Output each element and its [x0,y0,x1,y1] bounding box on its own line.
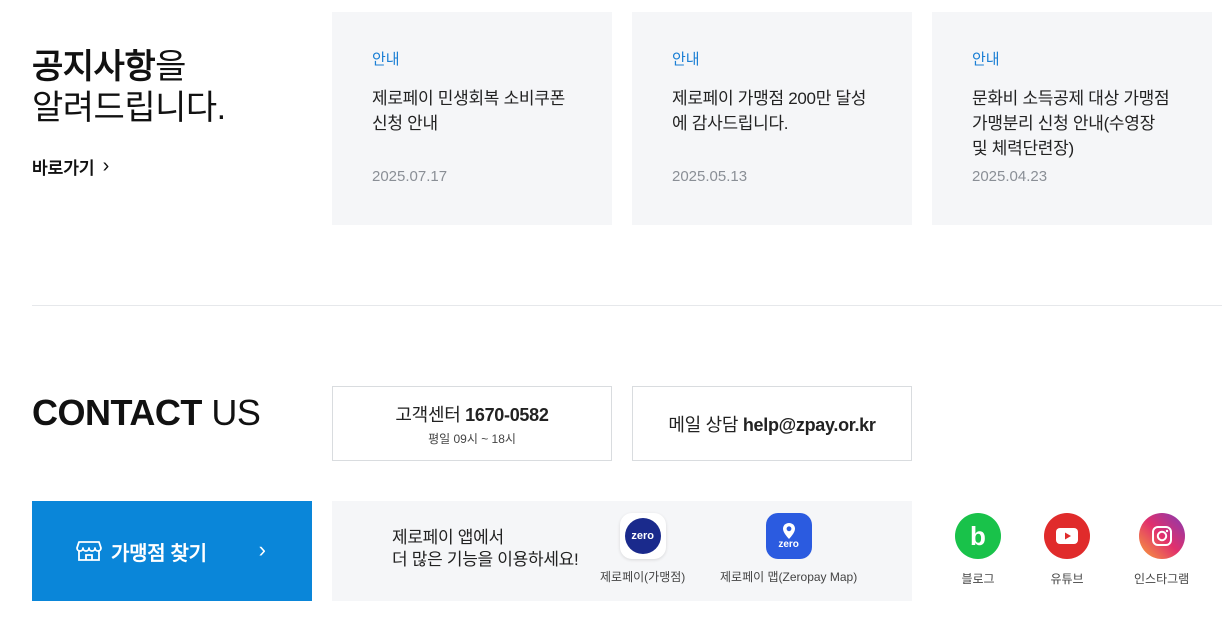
app-label: 제로페이 맵(Zeropay Map) [720,570,858,584]
app-zeropay-merchant[interactable]: zero 제로페이(가맹점) [600,513,685,585]
goto-label: 바로가기 [32,159,95,178]
chevron-right-icon: › [258,537,266,562]
chevron-right-icon: › [102,154,110,177]
notice-card[interactable]: 안내 제로페이 가맹점 200만 달성에 감사드립니다. 2025.05.13 [632,12,912,225]
notice-date: 2025.04.23 [972,168,1048,185]
sns-label: 블로그 [961,572,995,586]
notice-category: 안내 [372,51,400,68]
blog-icon: b [955,513,1001,559]
notice-subtitle: 알려드립니다. [32,89,226,127]
call-center-label: 고객센터 [395,404,466,425]
notice-category: 안내 [672,51,700,68]
notice-category: 안내 [972,51,1000,68]
sns-youtube[interactable]: 유튜브 [1044,513,1090,587]
app-label: 제로페이(가맹점) [600,570,686,584]
mail-label: 메일 상담 [668,414,743,435]
notice-date: 2025.07.17 [372,168,448,185]
notice-goto-link[interactable]: 바로가기 › [32,154,109,179]
contact-title: CONTACT US [32,392,261,433]
call-center-hours: 평일 09시 ~ 18시 [428,431,516,446]
sns-label: 유튜브 [1050,572,1084,586]
instagram-icon [1138,513,1185,559]
notice-date: 2025.05.13 [672,168,748,185]
call-center-number: 1670-0582 [465,404,549,425]
call-center-box[interactable]: 고객센터 1670-0582 평일 09시 ~ 18시 [332,386,612,461]
notice-card-title: 제로페이 민생회복 소비쿠폰 신청 안내 [372,89,565,133]
sns-label: 인스타그램 [1134,572,1190,586]
app-zeropay-map[interactable]: zero 제로페이 맵(Zeropay Map) [720,513,857,585]
find-merchant-button[interactable]: 가맹점 찾기 › [32,501,312,601]
mail-address: help@zpay.or.kr [742,414,876,435]
sns-blog[interactable]: b 블로그 [955,513,1001,587]
mail-box[interactable]: 메일 상담 help@zpay.or.kr [632,386,912,461]
notice-card[interactable]: 안내 제로페이 민생회복 소비쿠폰 신청 안내 2025.07.17 [332,12,612,225]
map-pin-icon [782,523,795,539]
zeropay-merchant-app-icon: zero [619,513,666,559]
sns-instagram[interactable]: 인스타그램 [1134,513,1189,587]
notice-heading: 공지사항을 알려드립니다. [32,44,226,126]
notice-card[interactable]: 안내 문화비 소득공제 대상 가맹점 가맹분리 신청 안내(수영장 및 체력단련… [932,12,1212,225]
notice-title-tail: 을 [155,48,186,86]
zeropay-map-app-icon: zero [765,513,812,559]
app-promo-line1: 제로페이 앱에서 [392,528,504,547]
section-divider [32,305,1222,306]
notice-title-bold: 공지사항 [32,48,156,86]
youtube-icon [1044,513,1090,559]
app-promo-line2: 더 많은 기능을 이용하세요! [392,550,579,569]
notice-card-title: 문화비 소득공제 대상 가맹점 가맹분리 신청 안내(수영장 및 체력단련장) [972,89,1170,158]
notice-card-title: 제로페이 가맹점 200만 달성에 감사드립니다. [672,89,867,133]
find-merchant-label: 가맹점 찾기 [111,542,207,565]
store-icon [76,541,102,561]
app-promo-panel: 제로페이 앱에서 더 많은 기능을 이용하세요! zero 제로페이(가맹점) … [332,501,912,601]
